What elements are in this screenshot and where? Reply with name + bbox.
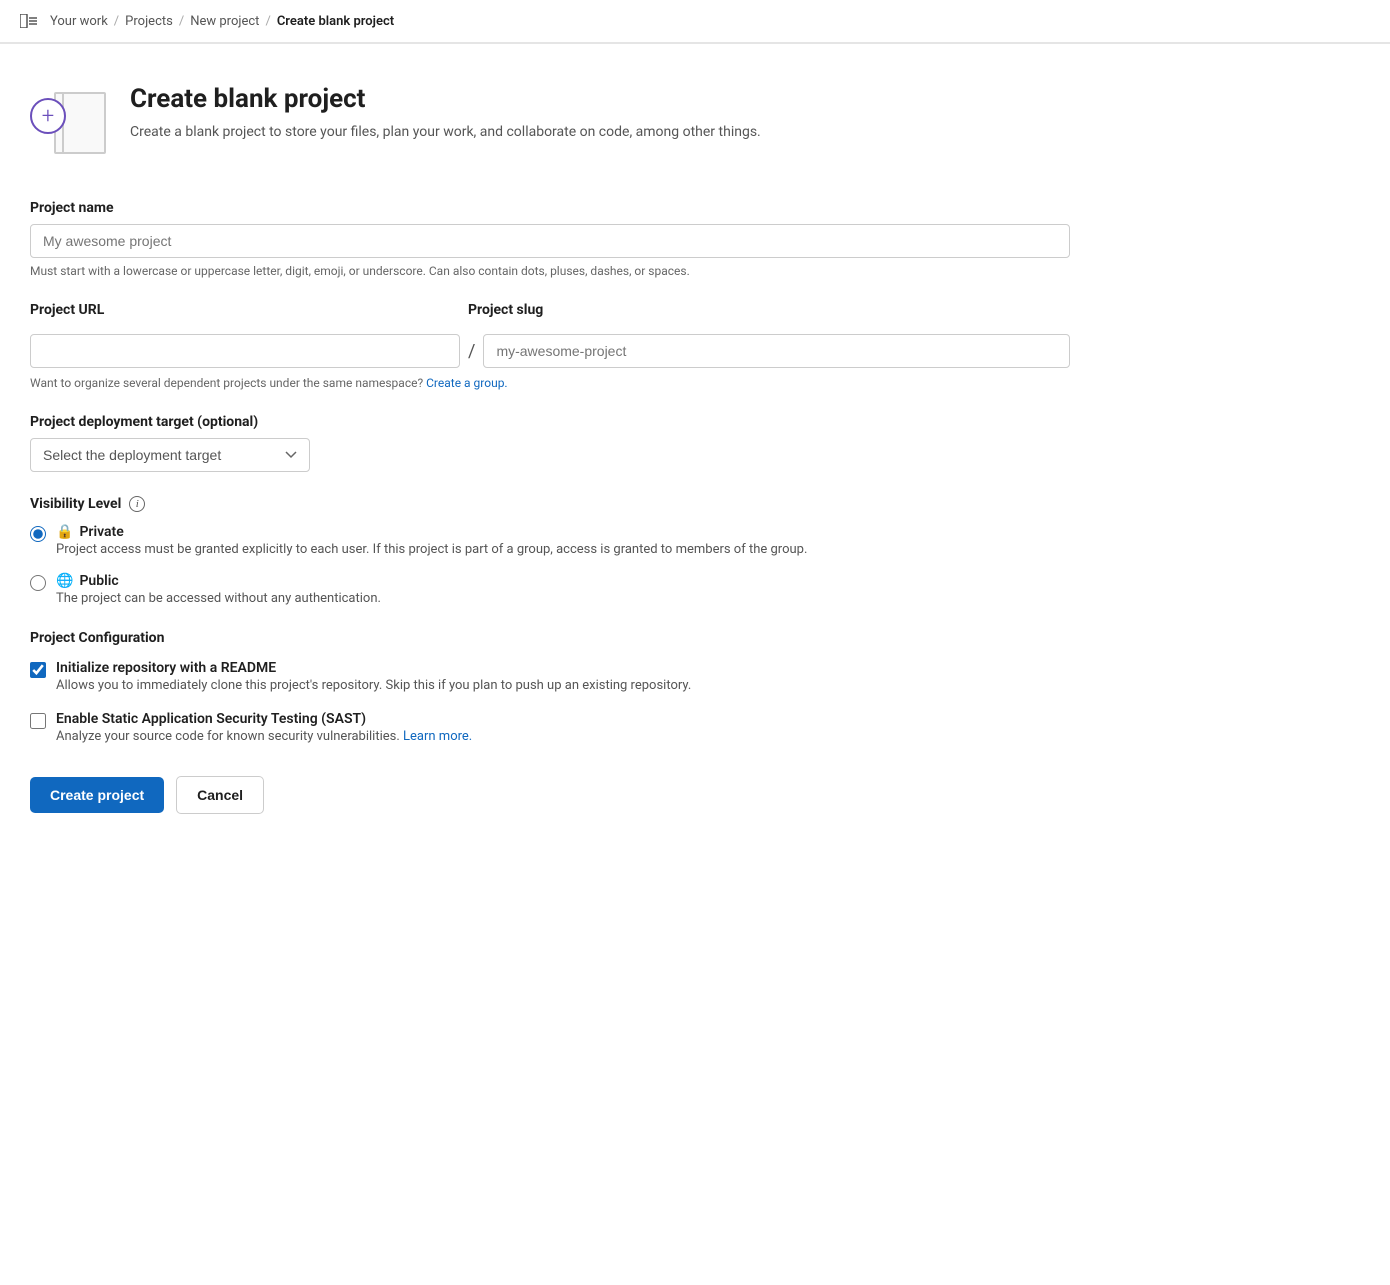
sast-option: Enable Static Application Security Testi… <box>30 711 1070 744</box>
project-url-slug-group: Project URL Project slug https://gitlab.… <box>30 302 1070 390</box>
sidebar-toggle-icon[interactable] <box>20 12 38 30</box>
readme-option: Initialize repository with a README Allo… <box>30 660 1070 693</box>
breadcrumb-bar: Your work / Projects / New project / Cre… <box>0 0 1390 43</box>
project-name-hint: Must start with a lowercase or uppercase… <box>30 264 1070 278</box>
url-slug-row: https://gitlab.com/fiveop-test/ / <box>30 334 1070 368</box>
visibility-help-icon[interactable]: i <box>129 496 145 512</box>
visibility-section-label: Visibility Level <box>30 496 121 512</box>
create-project-button[interactable]: Create project <box>30 777 164 813</box>
deployment-target-group: Project deployment target (optional) Sel… <box>30 414 1070 472</box>
visibility-public-radio[interactable] <box>30 575 46 591</box>
globe-icon: 🌐 <box>56 573 73 589</box>
breadcrumb-projects[interactable]: Projects <box>125 14 173 29</box>
sast-learn-more-link[interactable]: Learn more. <box>403 729 472 744</box>
project-name-group: Project name Must start with a lowercase… <box>30 200 1070 278</box>
project-config-label: Project Configuration <box>30 630 1070 646</box>
breadcrumb-sep-3: / <box>265 14 270 29</box>
page-header-text: Create blank project Create a blank proj… <box>130 84 761 143</box>
readme-desc: Allows you to immediately clone this pro… <box>56 678 691 693</box>
create-project-form: Project name Must start with a lowercase… <box>30 200 1070 814</box>
visibility-public-label: Public <box>79 573 118 589</box>
page-header-icon: + <box>30 84 110 164</box>
readme-title: Initialize repository with a README <box>56 660 691 676</box>
deployment-target-label: Project deployment target (optional) <box>30 414 1070 430</box>
page-header: + Create blank project Create a blank pr… <box>30 84 1070 164</box>
breadcrumb-sep-2: / <box>179 14 184 29</box>
namespace-hint: Want to organize several dependent proje… <box>30 376 1070 390</box>
url-slug-separator: / <box>468 341 475 362</box>
breadcrumb-current: Create blank project <box>277 14 394 29</box>
create-group-link[interactable]: Create a group. <box>426 376 507 390</box>
breadcrumb-your-work[interactable]: Your work <box>50 14 108 29</box>
visibility-private-option: 🔒 Private Project access must be granted… <box>30 524 1070 557</box>
sast-title: Enable Static Application Security Testi… <box>56 711 472 727</box>
visibility-public-title: 🌐 Public <box>56 573 381 589</box>
lock-icon: 🔒 <box>56 524 73 540</box>
project-url-label: Project URL <box>30 302 460 318</box>
project-name-label: Project name <box>30 200 1070 216</box>
visibility-private-label: Private <box>79 524 123 540</box>
breadcrumb-sep-1: / <box>114 14 119 29</box>
deployment-target-select[interactable]: Select the deployment target <box>30 438 310 472</box>
visibility-label-row: Visibility Level i <box>30 496 1070 512</box>
breadcrumb-new-project[interactable]: New project <box>190 14 259 29</box>
visibility-public-option: 🌐 Public The project can be accessed wit… <box>30 573 1070 606</box>
project-url-input[interactable]: https://gitlab.com/fiveop-test/ <box>30 334 460 368</box>
project-config-section: Project Configuration Initialize reposit… <box>30 630 1070 744</box>
cancel-button[interactable]: Cancel <box>176 776 264 814</box>
visibility-public-desc: The project can be accessed without any … <box>56 591 381 606</box>
project-slug-label: Project slug <box>468 302 1070 318</box>
project-slug-input[interactable] <box>483 334 1070 368</box>
form-actions: Create project Cancel <box>30 776 1070 814</box>
visibility-private-title: 🔒 Private <box>56 524 807 540</box>
plus-circle-icon: + <box>30 98 66 134</box>
visibility-private-radio[interactable] <box>30 526 46 542</box>
namespace-hint-text: Want to organize several dependent proje… <box>30 376 423 390</box>
sast-desc-text: Analyze your source code for known secur… <box>56 729 400 744</box>
visibility-section: Visibility Level i 🔒 Private Project acc… <box>30 496 1070 606</box>
page-description: Create a blank project to store your fil… <box>130 122 761 143</box>
project-name-input[interactable] <box>30 224 1070 258</box>
url-slug-labels: Project URL Project slug <box>30 302 1070 326</box>
sast-checkbox[interactable] <box>30 713 46 729</box>
readme-checkbox[interactable] <box>30 662 46 678</box>
page-title: Create blank project <box>130 84 761 114</box>
sast-desc: Analyze your source code for known secur… <box>56 729 472 744</box>
visibility-private-desc: Project access must be granted explicitl… <box>56 542 807 557</box>
